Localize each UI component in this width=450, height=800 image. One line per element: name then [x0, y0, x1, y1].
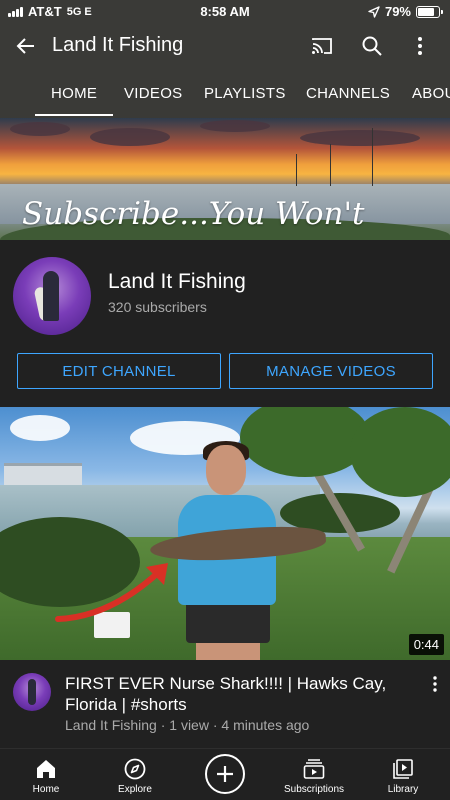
- banner-cloud: [200, 120, 270, 132]
- battery-icon: [416, 5, 443, 18]
- nav-home-label: Home: [32, 784, 60, 795]
- nav-explore[interactable]: Explore: [90, 749, 180, 800]
- create-button[interactable]: [205, 754, 245, 794]
- nav-explore-label: Explore: [118, 784, 152, 795]
- banner-pole: [372, 128, 373, 186]
- channel-name: Land It Fishing: [108, 270, 246, 293]
- location-arrow-icon: [368, 5, 380, 18]
- red-arrow-icon: [55, 563, 168, 622]
- thumb-building: [4, 463, 82, 485]
- edit-channel-button[interactable]: EDIT CHANNEL: [17, 353, 221, 389]
- channel-tabs: HOME VIDEOS PLAYLISTS CHANNELS ABOU: [0, 68, 450, 118]
- thumb-cloud: [10, 415, 70, 441]
- cast-icon[interactable]: [310, 34, 334, 58]
- tab-home[interactable]: HOME: [34, 85, 114, 116]
- channel-title: Land It Fishing: [52, 34, 184, 56]
- status-bar: AT&T 5G E 8:58 AM 79%: [0, 0, 450, 24]
- banner-pole: [296, 154, 297, 186]
- back-arrow-icon[interactable]: [14, 34, 38, 58]
- channel-avatar[interactable]: [13, 257, 91, 335]
- tab-playlists[interactable]: PLAYLISTS: [204, 85, 286, 102]
- compass-icon: [124, 758, 146, 780]
- video-meta: Land It Fishing · 1 view · 4 minutes ago: [65, 717, 310, 733]
- subscriptions-icon: [303, 759, 325, 779]
- nav-library[interactable]: Library: [358, 749, 448, 800]
- battery-percent: 79%: [384, 4, 411, 19]
- library-icon: [393, 759, 413, 779]
- status-right: 79%: [368, 4, 443, 19]
- tab-channels[interactable]: CHANNELS: [306, 85, 390, 102]
- thumb-tree: [350, 407, 450, 497]
- avatar-figure: [28, 679, 36, 705]
- banner-cloud: [300, 130, 420, 146]
- banner-pole: [330, 144, 331, 186]
- banner-cloud: [90, 128, 170, 146]
- manage-videos-button[interactable]: MANAGE VIDEOS: [229, 353, 433, 389]
- create-plus-icon: [217, 766, 233, 782]
- video-thumbnail[interactable]: [0, 407, 450, 660]
- app-bar: Land It Fishing: [0, 24, 450, 68]
- video-more-icon[interactable]: [426, 674, 444, 694]
- subscriber-count: 320 subscribers: [108, 299, 207, 315]
- banner-cloud: [10, 122, 70, 136]
- tab-videos[interactable]: VIDEOS: [124, 85, 182, 102]
- channel-banner: Subscribe...You Won't: [0, 118, 450, 240]
- more-vert-icon[interactable]: [408, 34, 432, 58]
- avatar-figure: [43, 271, 59, 321]
- thumb-shorts: [186, 599, 270, 643]
- nav-home[interactable]: Home: [1, 749, 91, 800]
- battery-fill: [418, 7, 434, 16]
- nav-subscriptions-label: Subscriptions: [283, 784, 345, 795]
- thumb-head: [206, 445, 246, 495]
- tab-about[interactable]: ABOU: [412, 85, 450, 102]
- home-icon: [37, 760, 55, 778]
- video-channel-avatar[interactable]: [13, 673, 51, 711]
- nav-library-label: Library: [387, 784, 419, 795]
- bottom-navigation: Home Explore Subscriptions Library: [0, 748, 450, 800]
- video-title[interactable]: FIRST EVER Nurse Shark!!!! | Hawks Cay, …: [65, 673, 405, 715]
- banner-text: Subscribe...You Won't: [22, 196, 365, 232]
- search-icon[interactable]: [360, 34, 384, 58]
- video-duration: 0:44: [408, 634, 444, 655]
- nav-subscriptions[interactable]: Subscriptions: [269, 749, 359, 800]
